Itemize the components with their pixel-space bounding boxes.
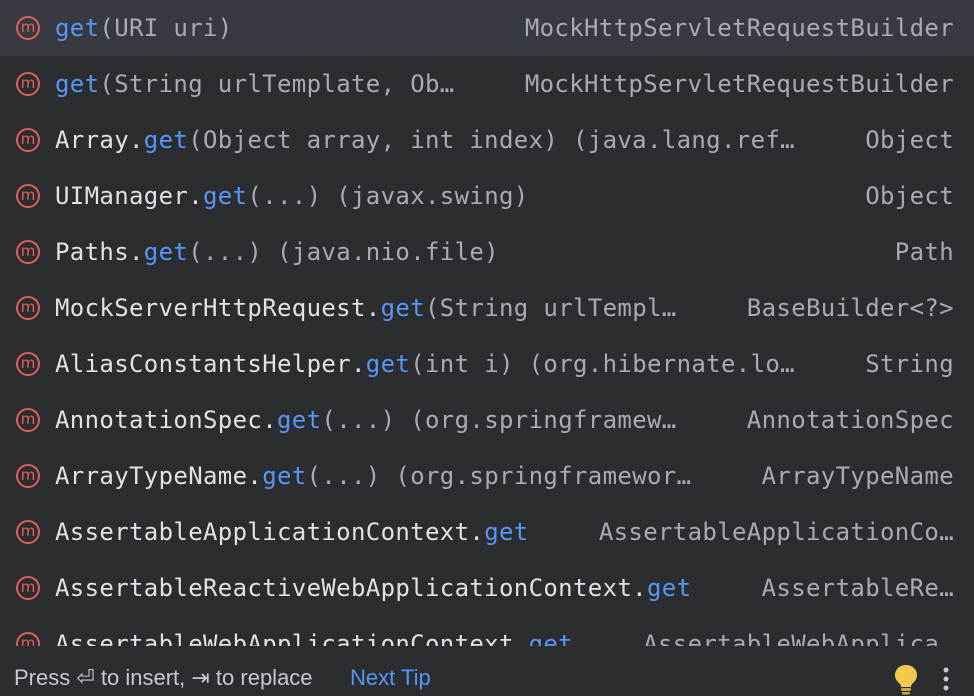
completion-list: m get(URI uri) MockHttpServletRequestBuild… bbox=[0, 0, 974, 646]
method-icon: m bbox=[16, 632, 40, 646]
method-icon: m bbox=[16, 520, 40, 544]
method-params: (URI uri) bbox=[99, 14, 233, 42]
method-name: get bbox=[277, 406, 322, 434]
class-name: Paths. bbox=[55, 238, 144, 266]
class-name: AssertableApplicationContext. bbox=[55, 518, 485, 546]
method-icon: m bbox=[16, 72, 40, 96]
method-icon: m bbox=[16, 184, 40, 208]
method-params: (Object array, int index) (java.lang.ref… bbox=[188, 126, 795, 154]
method-icon: m bbox=[16, 240, 40, 264]
completion-signature: Array.get(Object array, int index) (java… bbox=[55, 126, 795, 154]
class-name: Array. bbox=[55, 126, 144, 154]
completion-item[interactable]: m AssertableApplicationContext.get Asserta… bbox=[0, 504, 974, 560]
method-params: (int i) (org.hibernate.lo… bbox=[410, 350, 795, 378]
lightbulb-icon[interactable] bbox=[892, 663, 920, 695]
completion-signature: UIManager.get(...) (javax.swing) bbox=[55, 182, 529, 210]
method-name: get bbox=[646, 574, 692, 602]
method-params: (String urlTempl… bbox=[425, 294, 677, 322]
class-name: AliasConstantsHelper. bbox=[55, 350, 366, 378]
completion-signature: AssertableWebApplicationContext.get bbox=[55, 630, 573, 646]
return-type: MockHttpServletRequestBuilder bbox=[524, 70, 954, 98]
completion-signature: AliasConstantsHelper.get(int i) (org.hib… bbox=[55, 350, 795, 378]
next-tip-link[interactable]: Next Tip bbox=[350, 665, 431, 691]
method-name: get bbox=[262, 462, 307, 490]
class-name: AnnotationSpec. bbox=[55, 406, 277, 434]
method-icon: m bbox=[16, 16, 40, 40]
method-name: get bbox=[365, 350, 411, 378]
return-type: String bbox=[865, 350, 954, 378]
method-params: (...) (javax.swing) bbox=[247, 182, 529, 210]
completion-footer: Press ⏎ to insert, ⇥ to replace Next Tip bbox=[0, 661, 974, 696]
completion-signature: get(String urlTemplate, Ob… bbox=[55, 70, 455, 98]
completion-item[interactable]: m get(String urlTemplate, Ob… MockHttpServ… bbox=[0, 56, 974, 112]
completion-item[interactable]: m Array.get(Object array, int index) (jav… bbox=[0, 112, 974, 168]
completion-signature: ArrayTypeName.get(...) (org.springframew… bbox=[55, 462, 691, 490]
completion-item[interactable]: m AssertableWebApplicationContext.get Asse… bbox=[0, 616, 974, 646]
method-name: get bbox=[484, 518, 529, 546]
method-icon: m bbox=[16, 128, 40, 152]
completion-signature: MockServerHttpRequest.get(String urlTemp… bbox=[55, 294, 677, 322]
return-type: Path bbox=[894, 238, 954, 266]
method-name: get bbox=[55, 70, 100, 98]
return-type: AssertableWebApplica… bbox=[643, 630, 954, 646]
completion-signature: AssertableApplicationContext.get bbox=[55, 518, 529, 546]
return-type: AnnotationSpec bbox=[746, 406, 954, 434]
method-name: get bbox=[528, 630, 573, 646]
method-name: get bbox=[380, 294, 425, 322]
return-type: AssertableApplicationCo… bbox=[598, 518, 954, 546]
completion-signature: get(URI uri) bbox=[55, 14, 233, 42]
completion-popup: m get(URI uri) MockHttpServletRequestBuild… bbox=[0, 0, 974, 696]
more-options-icon[interactable] bbox=[936, 665, 956, 693]
completion-signature: AssertableReactiveWebApplicationContext.… bbox=[55, 574, 691, 602]
method-icon: m bbox=[16, 408, 40, 432]
method-name: get bbox=[203, 182, 248, 210]
return-type: MockHttpServletRequestBuilder bbox=[524, 14, 954, 42]
return-type: Object bbox=[865, 126, 954, 154]
footer-hint: Press ⏎ to insert, ⇥ to replace bbox=[14, 665, 313, 690]
method-icon: m bbox=[16, 576, 40, 600]
method-params: (String urlTemplate, Ob… bbox=[99, 70, 455, 98]
return-type: AssertableRe… bbox=[761, 574, 954, 602]
return-type: Object bbox=[865, 182, 954, 210]
completion-signature: Paths.get(...) (java.nio.file) bbox=[55, 238, 499, 266]
class-name: AssertableWebApplicationContext. bbox=[55, 630, 529, 646]
return-type: BaseBuilder<?> bbox=[746, 294, 954, 322]
completion-item[interactable]: m AliasConstantsHelper.get(int i) (org.hi… bbox=[0, 336, 974, 392]
method-params: (...) (org.springframewor… bbox=[306, 462, 692, 490]
class-name: MockServerHttpRequest. bbox=[55, 294, 381, 322]
method-icon: m bbox=[16, 296, 40, 320]
class-name: UIManager. bbox=[55, 182, 203, 210]
method-name: get bbox=[55, 14, 100, 42]
completion-item[interactable]: m MockServerHttpRequest.get(String urlTem… bbox=[0, 280, 974, 336]
method-icon: m bbox=[16, 352, 40, 376]
method-name: get bbox=[143, 126, 189, 154]
completion-signature: AnnotationSpec.get(...) (org.springframe… bbox=[55, 406, 677, 434]
method-icon: m bbox=[16, 464, 40, 488]
completion-item[interactable]: m get(URI uri) MockHttpServletRequestBuild… bbox=[0, 0, 974, 56]
method-params: (...) (org.springframew… bbox=[321, 406, 677, 434]
completion-item[interactable]: m AssertableReactiveWebApplicationContext… bbox=[0, 560, 974, 616]
completion-item[interactable]: m AnnotationSpec.get(...) (org.springfram… bbox=[0, 392, 974, 448]
completion-item[interactable]: m UIManager.get(...) (javax.swing) Object bbox=[0, 168, 974, 224]
class-name: ArrayTypeName. bbox=[55, 462, 263, 490]
method-params: (...) (java.nio.file) bbox=[188, 238, 499, 266]
method-name: get bbox=[143, 238, 189, 266]
completion-item[interactable]: m Paths.get(...) (java.nio.file) Path bbox=[0, 224, 974, 280]
completion-item[interactable]: m ArrayTypeName.get(...) (org.springframe… bbox=[0, 448, 974, 504]
class-name: AssertableReactiveWebApplicationContext. bbox=[55, 574, 647, 602]
return-type: ArrayTypeName bbox=[761, 462, 954, 490]
